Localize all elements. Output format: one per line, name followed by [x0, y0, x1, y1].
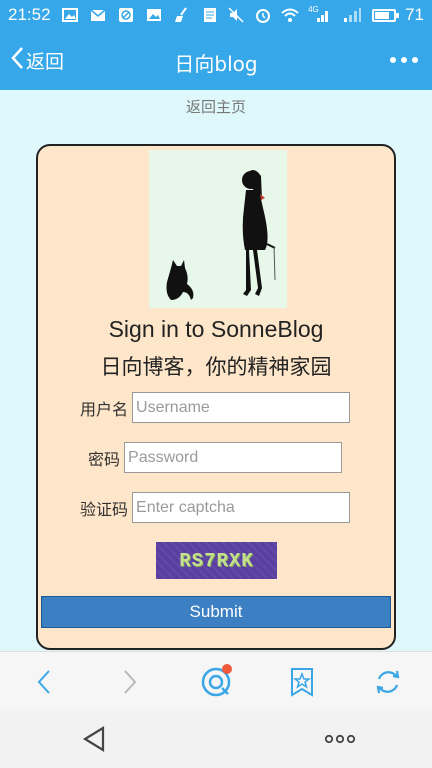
signal-icon: [341, 7, 363, 23]
signal-4g-icon: 4G: [308, 5, 332, 23]
network-type: 4G: [308, 5, 319, 14]
gallery-icon: [145, 7, 163, 23]
captcha-row: 验证码: [80, 492, 351, 523]
mute-icon: [227, 7, 245, 23]
arrow-right-icon[interactable]: [112, 664, 148, 700]
submit-button[interactable]: Submit: [41, 596, 391, 628]
home-link[interactable]: 返回主页: [0, 96, 432, 117]
battery-level: 71: [405, 5, 424, 24]
mail-icon: [89, 7, 107, 23]
captcha-input[interactable]: [132, 492, 351, 523]
password-input[interactable]: [124, 442, 343, 473]
page-title: 日向blog: [174, 52, 258, 76]
username-label: 用户名: [80, 399, 129, 419]
browser-logo-icon[interactable]: [198, 664, 234, 700]
notification-dot: [222, 664, 232, 674]
system-icons: 4G 71: [227, 5, 424, 25]
dots-menu-icon[interactable]: [322, 723, 358, 755]
username-row: 用户名: [80, 392, 351, 423]
password-row: 密码: [88, 442, 343, 473]
notification-icons: [61, 7, 219, 23]
alarm-icon: [254, 7, 272, 23]
captcha-image[interactable]: RS7RXK: [156, 542, 277, 579]
blocked-icon: [117, 7, 135, 23]
login-card: Sign in to SonneBlog 日向博客，你的精神家园 用户名 密码 …: [36, 144, 396, 650]
username-input[interactable]: [132, 392, 351, 423]
app-bar: 返回 日向blog: [0, 30, 432, 90]
captcha-text: RS7RXK: [179, 549, 254, 572]
more-menu-button[interactable]: [390, 52, 418, 68]
document-icon: [201, 7, 219, 23]
status-time: 21:52: [8, 5, 51, 24]
blog-logo-image: [149, 150, 287, 308]
refresh-icon[interactable]: [370, 664, 406, 700]
wifi-icon: [281, 7, 299, 23]
signin-title: Sign in to SonneBlog: [108, 316, 324, 342]
more-horizontal-icon: [390, 57, 396, 63]
browser-toolbar: [0, 651, 432, 711]
broom-icon: [173, 7, 191, 23]
arrow-left-icon[interactable]: [26, 664, 62, 700]
captcha-label: 验证码: [80, 499, 129, 519]
image-icon: [61, 7, 79, 23]
signin-subtitle: 日向博客，你的精神家园: [100, 355, 332, 379]
battery-icon: [372, 8, 400, 22]
triangle-back-icon[interactable]: [76, 723, 112, 755]
password-label: 密码: [88, 449, 121, 469]
status-bar: 21:52 4G 71: [0, 0, 432, 30]
system-nav-bar: [0, 711, 432, 768]
bookmark-star-icon[interactable]: [284, 664, 320, 700]
